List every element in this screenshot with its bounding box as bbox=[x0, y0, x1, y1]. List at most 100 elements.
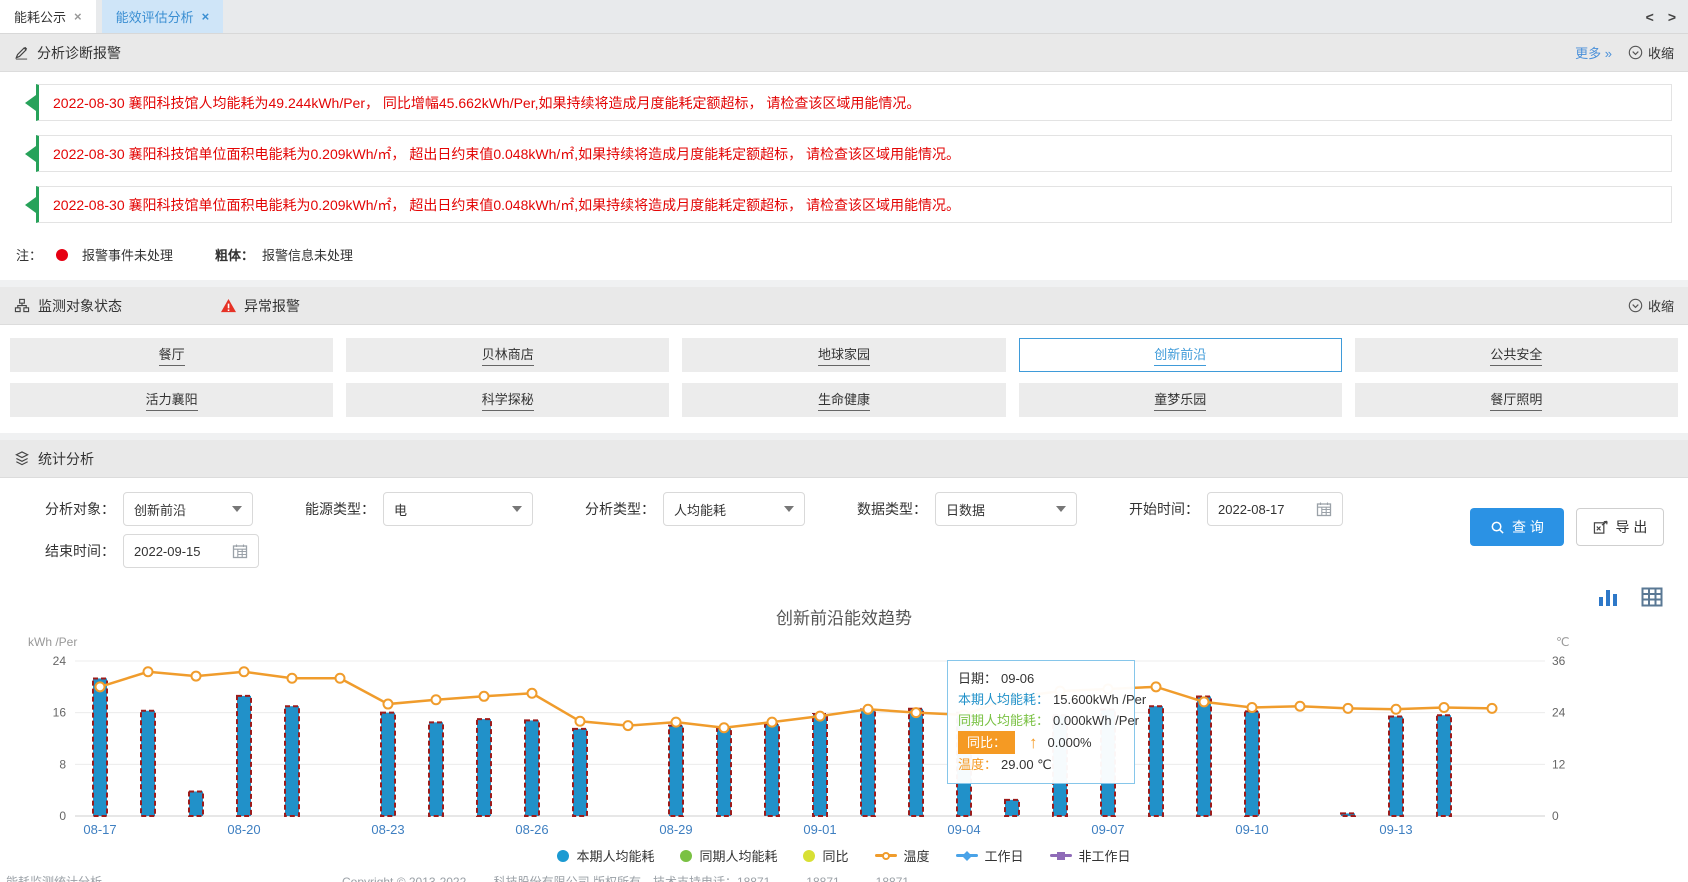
svg-text:08-17: 08-17 bbox=[83, 822, 116, 837]
alert-item[interactable]: 2022-08-30 襄阳科技馆单位面积电能耗为0.209kWh/㎡， 超出日约… bbox=[36, 135, 1672, 172]
footer-copyright-text: Copyright © 2013-2022 ……科技股份有限公司 版权所有 技术… bbox=[342, 875, 933, 882]
monitor-button-童梦乐园[interactable]: 童梦乐园 bbox=[1019, 383, 1342, 417]
query-label: 查 询 bbox=[1512, 517, 1544, 537]
alert-item[interactable]: 2022-08-30 襄阳科技馆单位面积电能耗为0.209kWh/㎡， 超出日约… bbox=[36, 186, 1672, 223]
tab-label: 能效评估分析 bbox=[116, 7, 194, 26]
stats-panel-header: 统计分析 bbox=[0, 440, 1688, 478]
monitor-button-label: 童梦乐园 bbox=[1154, 389, 1206, 411]
monitor-button-贝林商店[interactable]: 贝林商店 bbox=[346, 338, 669, 372]
monitor-button-科学探秘[interactable]: 科学探秘 bbox=[346, 383, 669, 417]
monitor-button-餐厅[interactable]: 餐厅 bbox=[10, 338, 333, 372]
svg-text:08-20: 08-20 bbox=[227, 822, 260, 837]
legend-item-非工作日[interactable]: 非工作日 bbox=[1050, 846, 1131, 865]
org-chart-icon bbox=[14, 298, 30, 313]
trend-chart-section: 创新前沿能效趋势 0081216242436kWh /Per℃08-1708-2… bbox=[0, 574, 1688, 880]
legend-item-本期人均能耗[interactable]: 本期人均能耗 bbox=[557, 846, 654, 865]
tooltip-ratio-badge: 同比： bbox=[958, 731, 1015, 754]
export-xls-icon bbox=[1593, 520, 1609, 535]
monitor-button-label: 生命健康 bbox=[818, 389, 870, 411]
filter-value: 2022-08-17 bbox=[1218, 502, 1285, 517]
legend-label: 同期人均能耗 bbox=[699, 846, 777, 865]
monitor-object-grid: 餐厅贝林商店 地球家园 创新前沿公共安全活力襄阳 科学探秘 生命健康 童梦乐园 餐厅照明 bbox=[0, 325, 1688, 433]
query-button[interactable]: 查 询 bbox=[1470, 508, 1564, 546]
tab-efficiency-analysis[interactable]: 能效评估分析 × bbox=[102, 0, 224, 33]
legend-label: 本期人均能耗 bbox=[576, 846, 654, 865]
alert-triangle-icon bbox=[25, 95, 36, 111]
caret-down-icon bbox=[232, 506, 242, 512]
date-input-4[interactable]: 2022-08-17 bbox=[1207, 492, 1343, 526]
filter-label: 结束时间： bbox=[45, 541, 115, 561]
legend-item-温度[interactable]: 温度 bbox=[875, 846, 930, 865]
monitor-button-label: 地球家园 bbox=[818, 344, 870, 366]
tooltip-date-value: 09-06 bbox=[1001, 668, 1034, 689]
filter-label: 分析对象： bbox=[45, 499, 115, 519]
chevron-down-circle-icon bbox=[1628, 45, 1643, 60]
monitor-collapse-button[interactable]: 收缩 bbox=[1628, 296, 1674, 315]
legend-item-同期人均能耗[interactable]: 同期人均能耗 bbox=[680, 846, 777, 865]
tab-close-icon[interactable]: × bbox=[74, 9, 82, 24]
tab-scroll-left-icon[interactable]: < bbox=[1646, 9, 1654, 25]
monitor-panel-title: 监测对象状态 bbox=[38, 296, 122, 316]
monitor-button-地球家园[interactable]: 地球家园 bbox=[682, 338, 1005, 372]
filter-select-1[interactable]: 电 bbox=[383, 492, 533, 526]
filter-select-3[interactable]: 日数据 bbox=[935, 492, 1077, 526]
stats-panel-title: 统计分析 bbox=[38, 449, 94, 469]
pencil-icon bbox=[14, 45, 29, 60]
monitor-button-label: 餐厅照明 bbox=[1490, 389, 1542, 411]
tooltip-previous-label: 同期人均能耗： bbox=[958, 710, 1049, 731]
svg-text:09-07: 09-07 bbox=[1091, 822, 1124, 837]
unhandled-event-dot-icon bbox=[56, 249, 68, 261]
tooltip-ratio-value: 0.000% bbox=[1048, 732, 1092, 753]
legend-marker-icon bbox=[803, 850, 815, 862]
svg-text:08-26: 08-26 bbox=[515, 822, 548, 837]
layers-icon bbox=[14, 451, 30, 466]
export-button[interactable]: 导 出 bbox=[1576, 508, 1664, 546]
alert-list: 2022-08-30 襄阳科技馆人均能耗为49.244kWh/Per， 同比增幅… bbox=[0, 72, 1688, 239]
collapse-label: 收缩 bbox=[1648, 43, 1674, 62]
legend-item-工作日[interactable]: 工作日 bbox=[956, 846, 1024, 865]
svg-text:09-01: 09-01 bbox=[803, 822, 836, 837]
trend-chart-svg[interactable]: 0081216242436kWh /Per℃08-1708-2008-2308-… bbox=[0, 574, 1688, 880]
legend-item-同比[interactable]: 同比 bbox=[803, 846, 848, 865]
monitor-button-label: 科学探秘 bbox=[482, 389, 534, 411]
abnormal-alarm-label: 异常报警 bbox=[244, 296, 300, 316]
date-input-5[interactable]: 2022-09-15 bbox=[123, 534, 259, 568]
svg-text:℃: ℃ bbox=[1556, 635, 1569, 649]
filter-select-0[interactable]: 创新前沿 bbox=[123, 492, 253, 526]
filter-select-2[interactable]: 人均能耗 bbox=[663, 492, 805, 526]
bars-group bbox=[93, 678, 1451, 816]
filter-group: 分析对象： 创新前沿 bbox=[45, 492, 253, 526]
legend-marker-icon bbox=[956, 854, 978, 857]
monitor-button-餐厅照明[interactable]: 餐厅照明 bbox=[1355, 383, 1678, 417]
tab-close-icon[interactable]: × bbox=[202, 9, 210, 24]
filter-group: 数据类型：日数据 bbox=[857, 492, 1077, 526]
legend-label: 非工作日 bbox=[1079, 846, 1131, 865]
filter-bar: 分析对象：创新前沿能源类型：电分析类型：人均能耗数据类型：日数据开始时间：202… bbox=[0, 478, 1688, 574]
tab-bar: 能耗公示 × 能效评估分析 × < > bbox=[0, 0, 1688, 34]
svg-text:0: 0 bbox=[59, 809, 66, 823]
svg-text:09-04: 09-04 bbox=[947, 822, 980, 837]
filter-label: 能源类型： bbox=[305, 499, 375, 519]
monitor-button-公共安全[interactable]: 公共安全 bbox=[1355, 338, 1678, 372]
alarm-collapse-button[interactable]: 收缩 bbox=[1628, 43, 1674, 62]
filter-group: 开始时间：2022-08-17 bbox=[1129, 492, 1343, 526]
tab-energy-publicity[interactable]: 能耗公示 × bbox=[0, 0, 96, 33]
tooltip-previous-value: 0.000kWh /Per bbox=[1053, 710, 1139, 731]
monitor-button-活力襄阳[interactable]: 活力襄阳 bbox=[10, 383, 333, 417]
up-arrow-icon: ↑ bbox=[1029, 732, 1038, 753]
alert-item[interactable]: 2022-08-30 襄阳科技馆人均能耗为49.244kWh/Per， 同比增幅… bbox=[36, 84, 1672, 121]
legend-label: 温度 bbox=[904, 846, 930, 865]
monitor-button-创新前沿[interactable]: 创新前沿 bbox=[1019, 338, 1342, 372]
tab-scroll-right-icon[interactable]: > bbox=[1668, 9, 1676, 25]
calendar-icon bbox=[232, 543, 248, 559]
more-link[interactable]: 更多 » bbox=[1575, 43, 1612, 62]
note-bold-text: 报警信息未处理 bbox=[262, 245, 353, 264]
filter-value: 日数据 bbox=[946, 500, 985, 519]
svg-text:24: 24 bbox=[53, 654, 67, 668]
tab-label: 能耗公示 bbox=[14, 7, 66, 26]
filter-group: 结束时间： 2022-09-15 bbox=[45, 534, 259, 568]
monitor-button-生命健康[interactable]: 生命健康 bbox=[682, 383, 1005, 417]
svg-text:16: 16 bbox=[53, 706, 67, 720]
calendar-icon bbox=[1316, 501, 1332, 517]
tooltip-temp-value: 29.00 ℃ bbox=[1001, 754, 1052, 775]
